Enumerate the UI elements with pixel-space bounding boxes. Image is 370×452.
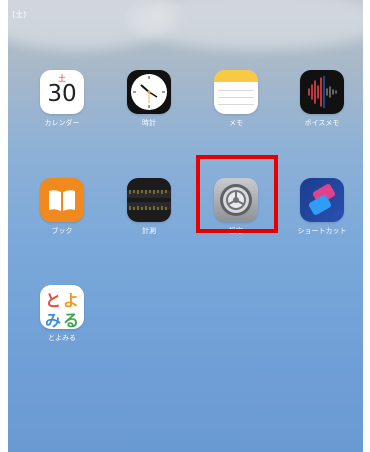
app-shortcuts[interactable]: ショートカット [294,178,350,248]
calendar-icon: 土 30 [40,70,84,114]
app-label: ブック [51,227,73,235]
app-measure[interactable]: 計測 [121,178,177,248]
app-label: 計測 [142,227,156,235]
app-label: ボイスメモ [304,119,340,127]
calendar-day: 30 [47,81,77,107]
home-screen: (土) 土 30 カレンダー 時計 メモ ボイスメモ ブック 計測 設定 ショー… [8,0,363,452]
app-label: ショートカット [297,227,347,235]
status-bar-date: (土) [12,10,27,19]
clock-icon [127,70,171,114]
app-toyomiru[interactable]: と よ み る とよみる [34,285,90,355]
app-voice-memos[interactable]: ボイスメモ [294,70,350,140]
measure-icon [127,178,171,222]
wallpaper-cloud [128,0,363,50]
app-books[interactable]: ブック [34,178,90,248]
logo-char: み [44,311,61,329]
app-label: とよみる [48,334,76,342]
books-icon [40,178,84,222]
app-label: メモ [229,119,243,127]
app-label: 時計 [142,119,156,127]
app-calendar[interactable]: 土 30 カレンダー [34,70,90,140]
app-notes[interactable]: メモ [208,70,264,140]
highlight-box [196,155,278,233]
logo-char: る [62,311,79,329]
notes-icon [214,70,258,114]
app-label: カレンダー [44,119,80,127]
toyomiru-icon: と よ み る [40,285,84,329]
voice-memo-icon [300,70,344,114]
app-clock[interactable]: 時計 [121,70,177,140]
shortcuts-icon [300,178,344,222]
